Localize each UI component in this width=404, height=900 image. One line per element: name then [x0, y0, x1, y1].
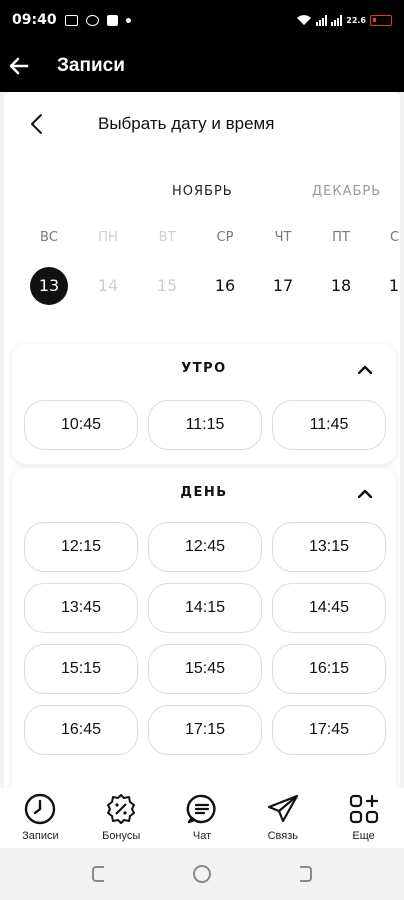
day-of-week: ПН [98, 230, 118, 245]
battery-icon [370, 14, 392, 26]
date-time-sheet: Выбрать дату и время НОЯБРЬ ДЕКАБРЬ ВС 1… [4, 92, 400, 788]
time-slot[interactable]: 11:45 [272, 400, 386, 450]
app-notification-icon [106, 14, 118, 26]
day-13[interactable]: ВС 13 [29, 228, 69, 305]
section-title-morning: УТРО [181, 361, 227, 376]
nav-item-bonuses[interactable]: Бонусы [81, 788, 162, 848]
day-number: 16 [214, 276, 236, 295]
chevron-up-icon [358, 489, 372, 498]
status-time: 09:40 [12, 12, 57, 28]
recent-apps-icon [92, 866, 104, 882]
time-slot[interactable]: 13:45 [24, 583, 138, 633]
time-slot[interactable]: 13:15 [272, 522, 386, 572]
nav-label: Записи [22, 830, 59, 842]
system-back-icon [300, 866, 312, 882]
chevron-up-icon [358, 365, 372, 374]
slots-morning: 10:45 11:15 11:45 [24, 400, 388, 450]
message-icon [85, 14, 99, 26]
time-slot[interactable]: 16:15 [272, 644, 386, 694]
day-15[interactable]: ВТ 15 [147, 228, 187, 305]
day-of-week: СР [216, 230, 234, 245]
signal-icon [316, 14, 328, 26]
sheet-title: Выбрать дату и время [98, 114, 275, 133]
app-bar: Записи [0, 40, 404, 92]
app-title: Записи [57, 55, 125, 76]
time-slot[interactable]: 11:15 [148, 400, 262, 450]
day-of-week: ЧТ [274, 230, 292, 245]
nav-item-contact[interactable]: Связь [242, 788, 323, 848]
time-slot[interactable]: 10:45 [24, 400, 138, 450]
system-nav [0, 848, 404, 900]
sheet-back-button[interactable] [16, 113, 56, 135]
send-icon [266, 792, 300, 826]
day-strip: ВС 13 ПН 14 ВТ 15 СР 16 ЧТ 17 ПТ 18 СБ 1… [4, 228, 400, 305]
time-slot[interactable]: 17:15 [148, 705, 262, 755]
day-19[interactable]: СБ 19 [379, 228, 400, 305]
percent-badge-icon [104, 792, 138, 826]
time-slot[interactable]: 12:45 [148, 522, 262, 572]
chevron-left-icon [31, 114, 42, 134]
time-slot[interactable]: 15:15 [24, 644, 138, 694]
more-grid-icon [347, 792, 381, 826]
nav-item-chat[interactable]: Чат [162, 788, 243, 848]
section-day: ДЕНЬ 12:15 12:45 13:15 13:45 14:15 14:45… [12, 468, 396, 788]
sheet-header: Выбрать дату и время [4, 92, 400, 156]
time-slot[interactable]: 14:45 [272, 583, 386, 633]
day-number: 13 [30, 267, 68, 305]
time-slot[interactable]: 15:45 [148, 644, 262, 694]
nav-item-records[interactable]: Записи [0, 788, 81, 848]
status-bar: 09:40 22.6 [0, 0, 404, 40]
section-morning: УТРО 10:45 11:15 11:45 [12, 344, 396, 464]
bottom-nav: Записи Бонусы Чат Связь Еще [0, 788, 404, 848]
day-of-week: СБ [390, 230, 400, 245]
nav-label: Бонусы [102, 830, 141, 842]
day-number: 19 [388, 276, 400, 295]
chat-icon [185, 792, 219, 826]
day-17[interactable]: ЧТ 17 [263, 228, 303, 305]
time-slot[interactable]: 17:45 [272, 705, 386, 755]
month-selector: НОЯБРЬ ДЕКАБРЬ [4, 182, 400, 204]
nav-item-more[interactable]: Еще [323, 788, 404, 848]
recent-apps-button[interactable] [89, 863, 111, 885]
more-notifications-icon [125, 17, 131, 23]
home-button[interactable] [191, 863, 213, 885]
day-number: 15 [156, 276, 178, 295]
clock-icon [23, 792, 57, 826]
back-button[interactable] [0, 40, 38, 92]
day-of-week: ВТ [158, 230, 176, 245]
day-16[interactable]: СР 16 [205, 228, 245, 305]
arrow-left-icon [9, 57, 29, 75]
month-november[interactable]: НОЯБРЬ [172, 184, 233, 199]
time-slot[interactable]: 16:45 [24, 705, 138, 755]
day-18[interactable]: ПТ 18 [321, 228, 361, 305]
nav-label: Еще [352, 830, 375, 842]
nav-label: Связь [267, 830, 298, 842]
network-speed: 22.6 [346, 15, 366, 25]
time-slot[interactable]: 14:15 [148, 583, 262, 633]
collapse-morning-button[interactable] [354, 358, 376, 380]
day-of-week: ПТ [332, 230, 350, 245]
day-of-week: ВС [40, 230, 58, 245]
nav-label: Чат [192, 830, 212, 842]
signal-icon-2 [331, 14, 343, 26]
day-number: 17 [272, 276, 294, 295]
system-back-button[interactable] [293, 863, 315, 885]
section-title-day: ДЕНЬ [180, 485, 228, 500]
time-slot[interactable]: 12:15 [24, 522, 138, 572]
day-number: 18 [330, 276, 352, 295]
slots-day: 12:15 12:45 13:15 13:45 14:15 14:45 15:1… [24, 522, 388, 755]
notification-icon [64, 14, 78, 26]
home-circle-icon [193, 865, 211, 883]
collapse-day-button[interactable] [354, 482, 376, 504]
wifi-icon [297, 15, 312, 25]
month-december[interactable]: ДЕКАБРЬ [312, 184, 381, 199]
day-14[interactable]: ПН 14 [88, 228, 128, 305]
day-number: 14 [97, 276, 119, 295]
